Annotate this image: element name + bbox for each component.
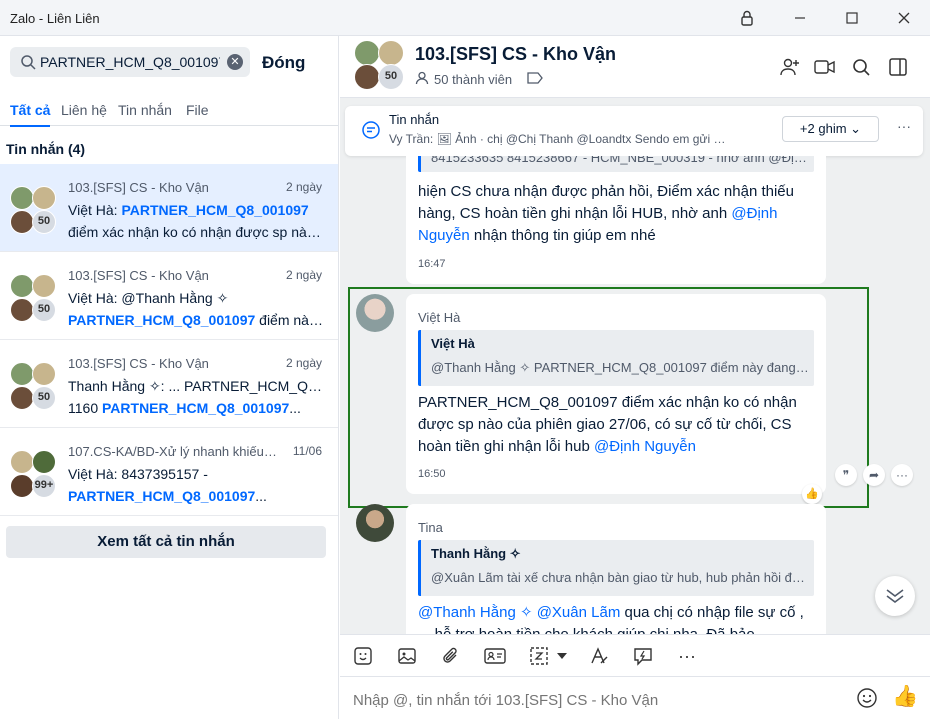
title-bar: Zalo - Liên Liên — [0, 0, 930, 36]
member-info[interactable]: 50 thành viên — [415, 71, 543, 88]
scroll-to-bottom-button[interactable] — [875, 576, 915, 616]
tab-all[interactable]: Tất cả — [10, 102, 51, 127]
sender-name: Tina — [418, 520, 443, 535]
mention-link[interactable]: @Định — [731, 205, 777, 222]
text-format-icon[interactable] — [587, 644, 611, 668]
result-line: PARTNER_HCM_Q8_001097... — [68, 488, 267, 504]
chevron-down-icon[interactable] — [552, 644, 572, 668]
tab-contacts[interactable]: Liên hệ — [61, 102, 107, 118]
close-search-button[interactable]: Đóng — [262, 53, 305, 73]
result-name: 103.[SFS] CS - Kho Vận — [68, 268, 209, 283]
lock-icon[interactable] — [734, 6, 760, 30]
chat-panel: 50 103.[SFS] CS - Kho Vận 50 thành viên … — [340, 36, 930, 719]
result-time: 2 ngày — [285, 268, 322, 282]
result-name: 103.[SFS] CS - Kho Vận — [68, 356, 209, 371]
tag-icon[interactable] — [527, 72, 543, 87]
forward-icon[interactable]: ➦ — [863, 464, 885, 486]
close-icon[interactable] — [891, 6, 917, 30]
more-pins-button[interactable]: +2 ghim ⌄ — [782, 116, 879, 142]
mention-link[interactable]: @Thanh Hằng ✧ — [418, 604, 533, 621]
result-time: 11/06 — [292, 444, 322, 458]
search-icon — [20, 54, 36, 75]
more-actions-icon[interactable]: ··· — [891, 464, 913, 486]
result-line: Việt Hà: @Thanh Hằng ✧ — [68, 290, 229, 306]
tab-files[interactable]: File — [186, 102, 209, 118]
more-options-icon[interactable]: ··· — [897, 118, 911, 134]
minimize-icon[interactable] — [787, 6, 813, 30]
group-avatar: 50 — [10, 274, 56, 322]
result-tabs: Tất cả Liên hệ Tin nhắn File — [0, 100, 338, 127]
result-time: 2 ngày — [285, 356, 322, 370]
list-item[interactable]: 50 103.[SFS] CS - Kho Vận 2 ngày Việt Hà… — [0, 252, 338, 340]
pinned-preview: Vy Trần: 🖼 Ảnh · chị @Chị Thanh @Loandtx… — [389, 132, 729, 146]
chat-header: 50 103.[SFS] CS - Kho Vận 50 thành viên — [340, 36, 930, 98]
search-box[interactable]: ✕ — [10, 47, 250, 77]
tab-messages[interactable]: Tin nhắn — [118, 102, 172, 118]
search-icon[interactable] — [848, 54, 874, 80]
search-panel: ✕ Đóng Tất cả Liên hệ Tin nhắn File Tin … — [0, 36, 339, 719]
message-text: hiện CS chưa nhận được phản hồi, Điểm xá… — [418, 183, 794, 244]
pinned-message-bar[interactable]: Tin nhắn Vy Trần: 🖼 Ảnh · chị @Chị Thanh… — [345, 106, 923, 156]
message-input[interactable] — [353, 689, 833, 711]
result-line: Việt Hà: 8437395157 - — [68, 466, 208, 482]
user-icon — [415, 71, 429, 88]
sidebar-toggle-icon[interactable] — [885, 54, 911, 80]
message-composer: 👍 — [340, 676, 930, 719]
chat-title: 103.[SFS] CS - Kho Vận — [415, 44, 617, 64]
message-text: @Thanh Hằng ✧ @Xuân Lãm qua chị có nhập … — [418, 604, 804, 634]
result-line: Thanh Hằng ✧: ... PARTNER_HCM_Q8_00 — [68, 378, 326, 394]
group-avatar: 99+ — [10, 450, 56, 498]
list-item[interactable]: 50 103.[SFS] CS - Kho Vận 2 ngày Thanh H… — [0, 340, 338, 428]
quick-message-icon[interactable] — [631, 644, 655, 668]
message-bubble[interactable]: 8415233635 8415238667 - HCM_NBE_000319 -… — [406, 156, 826, 284]
mention-link[interactable]: @Xuân Lãm — [537, 604, 621, 621]
quoted-message[interactable]: 8415233635 8415238667 - HCM_NBE_000319 -… — [418, 156, 814, 172]
group-avatar: 50 — [10, 362, 56, 410]
video-call-icon[interactable] — [812, 54, 838, 80]
chevron-down-icon: ⌄ — [850, 121, 862, 136]
more-tools-icon[interactable]: ··· — [675, 644, 699, 668]
message-bubble[interactable]: Tina Thanh Hằng ✧ @Xuân Lãm tài xế chưa … — [406, 504, 826, 634]
attachment-icon[interactable] — [439, 644, 463, 668]
like-icon[interactable]: 👍 — [892, 685, 918, 709]
list-item[interactable]: 99+ 107.CS-KA/BD-Xử lý nhanh khiếu n... … — [0, 428, 338, 516]
screenshot-icon[interactable] — [527, 644, 551, 668]
result-time: 2 ngày — [285, 180, 322, 194]
message-list: 8415233635 8415238667 - HCM_NBE_000319 -… — [340, 156, 930, 634]
message-icon — [361, 120, 381, 145]
pinned-label: Tin nhắn — [389, 112, 440, 127]
image-icon[interactable] — [395, 644, 419, 668]
avatar[interactable] — [356, 504, 394, 542]
message-time: 16:47 — [418, 258, 446, 270]
contact-card-icon[interactable] — [483, 644, 507, 668]
mention-link[interactable]: Nguyễn — [418, 227, 470, 244]
result-line: điểm xác nhận ko có nhận được sp nào... — [68, 224, 326, 240]
result-line: PARTNER_HCM_Q8_001097 điểm này... — [68, 312, 326, 328]
emoji-icon[interactable] — [856, 687, 878, 714]
result-name: 107.CS-KA/BD-Xử lý nhanh khiếu n... — [68, 444, 278, 459]
result-name: 103.[SFS] CS - Kho Vận — [68, 180, 209, 195]
result-line: Việt Hà: PARTNER_HCM_Q8_001097 — [68, 202, 309, 218]
see-all-messages-button[interactable]: Xem tất cả tin nhắn — [6, 526, 326, 558]
chevron-down-icon — [886, 589, 904, 603]
quoted-message[interactable]: Thanh Hằng ✧ @Xuân Lãm tài xế chưa nhận … — [418, 540, 814, 596]
sticker-icon[interactable] — [351, 644, 375, 668]
add-member-icon[interactable] — [777, 54, 803, 80]
clear-search-icon[interactable]: ✕ — [227, 54, 243, 70]
window-title: Zalo - Liên Liên — [10, 11, 100, 26]
group-avatar: 50 — [10, 186, 56, 234]
list-item[interactable]: 50 103.[SFS] CS - Kho Vận 2 ngày Việt Hà… — [0, 164, 338, 252]
search-input[interactable] — [40, 52, 220, 72]
result-line: 1160 PARTNER_HCM_Q8_001097... — [68, 400, 301, 416]
maximize-icon[interactable] — [839, 6, 865, 30]
group-avatar[interactable]: 50 — [354, 40, 406, 90]
quote-reply-icon[interactable]: ❞ — [835, 464, 857, 486]
section-title: Tin nhắn (4) — [6, 141, 86, 157]
highlight-box — [348, 287, 869, 508]
composer-toolbar: ··· — [340, 634, 930, 676]
member-count: 50 thành viên — [434, 72, 513, 87]
